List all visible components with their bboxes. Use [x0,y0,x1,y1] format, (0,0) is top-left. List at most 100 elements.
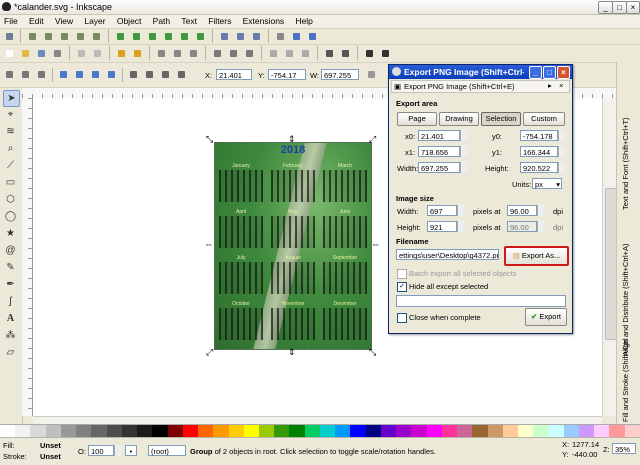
export-as-button[interactable]: ▤ Export As... [504,246,569,266]
menu-edit[interactable]: Edit [25,15,49,26]
menu-view[interactable]: View [51,15,78,26]
zoom-drawing-icon[interactable] [227,47,240,60]
snap-cusp-nodes-icon[interactable] [162,30,175,43]
select-all-icon[interactable] [3,68,16,81]
fill-stroke-icon[interactable] [363,47,376,60]
pen-tool-icon[interactable]: ✒ [3,277,18,292]
star-tool-icon[interactable]: ★ [3,226,18,241]
area-height-input[interactable]: 920.522 [520,162,558,173]
scale-handle-top-right[interactable]: ⤢ [369,135,376,144]
minimize-button[interactable]: _ [598,1,613,14]
save-icon[interactable] [35,47,48,60]
menu-file[interactable]: File [0,15,23,26]
dialog-minimize-button[interactable]: _ [529,66,542,79]
image-height-spinner[interactable] [457,221,464,232]
scale-handle-top[interactable]: ⇕ [288,135,296,144]
zoom-input[interactable]: 35% [612,443,636,454]
x0-spinner[interactable] [460,130,467,141]
close-button[interactable]: × [626,1,640,14]
fill-value[interactable]: Unset [40,441,61,450]
flip-horizontal-icon[interactable] [89,68,102,81]
snap-bbox-midpoint-icon[interactable] [74,30,87,43]
area-custom-button[interactable]: Custom [523,112,565,126]
snap-object-center-icon[interactable] [218,30,231,43]
color-palette[interactable] [0,424,640,438]
width-dpi-spinner[interactable] [537,205,544,216]
scale-handle-left[interactable]: ⇔ [204,240,213,249]
scale-handle-top-left[interactable]: ⤡ [206,135,213,144]
zoom-page-icon[interactable] [243,47,256,60]
scale-handle-bottom[interactable]: ⇕ [288,348,296,357]
x0-input[interactable]: 21.401 [418,130,460,141]
snap-smooth-nodes-icon[interactable] [178,30,191,43]
duplicate-icon[interactable] [267,47,280,60]
snap-bbox-corner-icon[interactable] [58,30,71,43]
scale-handle-bottom-right[interactable]: ⤡ [369,348,376,357]
import-icon[interactable] [75,47,88,60]
snap-nodes-icon[interactable] [114,30,127,43]
y0-input[interactable]: -754.178 [520,130,558,141]
unlink-clone-icon[interactable] [299,47,312,60]
close-when-complete-checkbox[interactable] [397,313,407,323]
select-all-layers-icon[interactable] [19,68,32,81]
raise-icon[interactable] [143,68,156,81]
dialog-tab-close-icon[interactable]: × [559,81,563,90]
dialog-close-button[interactable]: × [557,66,570,79]
calligraphy-tool-icon[interactable]: ʃ [3,294,18,309]
dialog-maximize-button[interactable]: □ [543,66,556,79]
maximize-button[interactable]: □ [612,1,627,14]
image-width-input[interactable]: 697 [427,205,457,216]
dialog-title-bar[interactable]: Export PNG Image (Shift+Ctrl+... _ □ × [389,65,572,79]
y-coord-input[interactable]: -754.17 [268,69,306,80]
open-file-icon[interactable] [19,47,32,60]
units-select[interactable]: px ▾ [532,178,562,189]
tweak-tool-icon[interactable]: ≋ [3,124,18,139]
paste-icon[interactable] [187,47,200,60]
hide-all-checkbox[interactable]: ✓ [397,282,407,292]
undo-icon[interactable] [115,47,128,60]
deselect-icon[interactable] [35,68,48,81]
dialog-tab-menu-icon[interactable]: ▸ [548,81,552,90]
new-document-icon[interactable] [3,47,16,60]
menu-help[interactable]: Help [291,15,317,26]
image-width-spinner[interactable] [457,205,464,216]
menu-filters[interactable]: Filters [204,15,236,26]
export-button[interactable]: ✔ Export [525,308,567,326]
group-icon[interactable] [323,47,336,60]
opacity-spinner[interactable] [114,445,121,456]
scale-handle-right[interactable]: ⇔ [371,240,380,249]
opacity-input[interactable]: 100 [88,445,114,456]
area-drawing-button[interactable]: Drawing [439,112,479,126]
text-tool-icon[interactable]: A [3,311,18,326]
copy-icon[interactable] [155,47,168,60]
menu-layer[interactable]: Layer [80,15,110,26]
scale-handle-bottom-left[interactable]: ⤢ [206,348,213,357]
redo-icon[interactable] [131,47,144,60]
width-coord-input[interactable]: 697.255 [321,69,359,80]
area-page-button[interactable]: Page [397,112,437,126]
dock-tab-text-font[interactable]: Text and Font (Shift+Ctrl+T) [621,90,637,210]
dock-tab-fill-stroke[interactable]: Fill and Stroke (Shift+Ctrl+F) [621,338,637,422]
snap-grids-icon[interactable] [290,30,303,43]
cut-icon[interactable] [171,47,184,60]
area-height-spinner[interactable] [558,162,565,173]
menu-extensions[interactable]: Extensions [239,15,290,26]
measure-tool-icon[interactable]: ⟋ [3,158,18,173]
pencil-tool-icon[interactable]: ✎ [3,260,18,275]
rotate-cw-icon[interactable] [73,68,86,81]
zoom-selection-icon[interactable] [211,47,224,60]
snap-text-baseline-icon[interactable] [250,30,263,43]
export-icon[interactable] [91,47,104,60]
filename-input[interactable]: ettings\user\Desktop\g4372.png [396,249,499,260]
y1-input[interactable]: 166.344 [520,146,558,157]
area-selection-button[interactable]: Selection [481,112,521,126]
vertical-ruler[interactable] [22,98,33,416]
eraser-tool-icon[interactable]: ▱ [3,345,18,360]
lock-ratio-icon[interactable] [365,68,378,81]
y1-spinner[interactable] [558,146,565,157]
stroke-value[interactable]: Unset [40,452,61,461]
text-font-icon[interactable] [379,47,392,60]
layer-visibility-icon[interactable]: • [125,445,137,456]
rectangle-tool-icon[interactable]: ▭ [3,175,18,190]
x1-input[interactable]: 718.656 [418,146,460,157]
